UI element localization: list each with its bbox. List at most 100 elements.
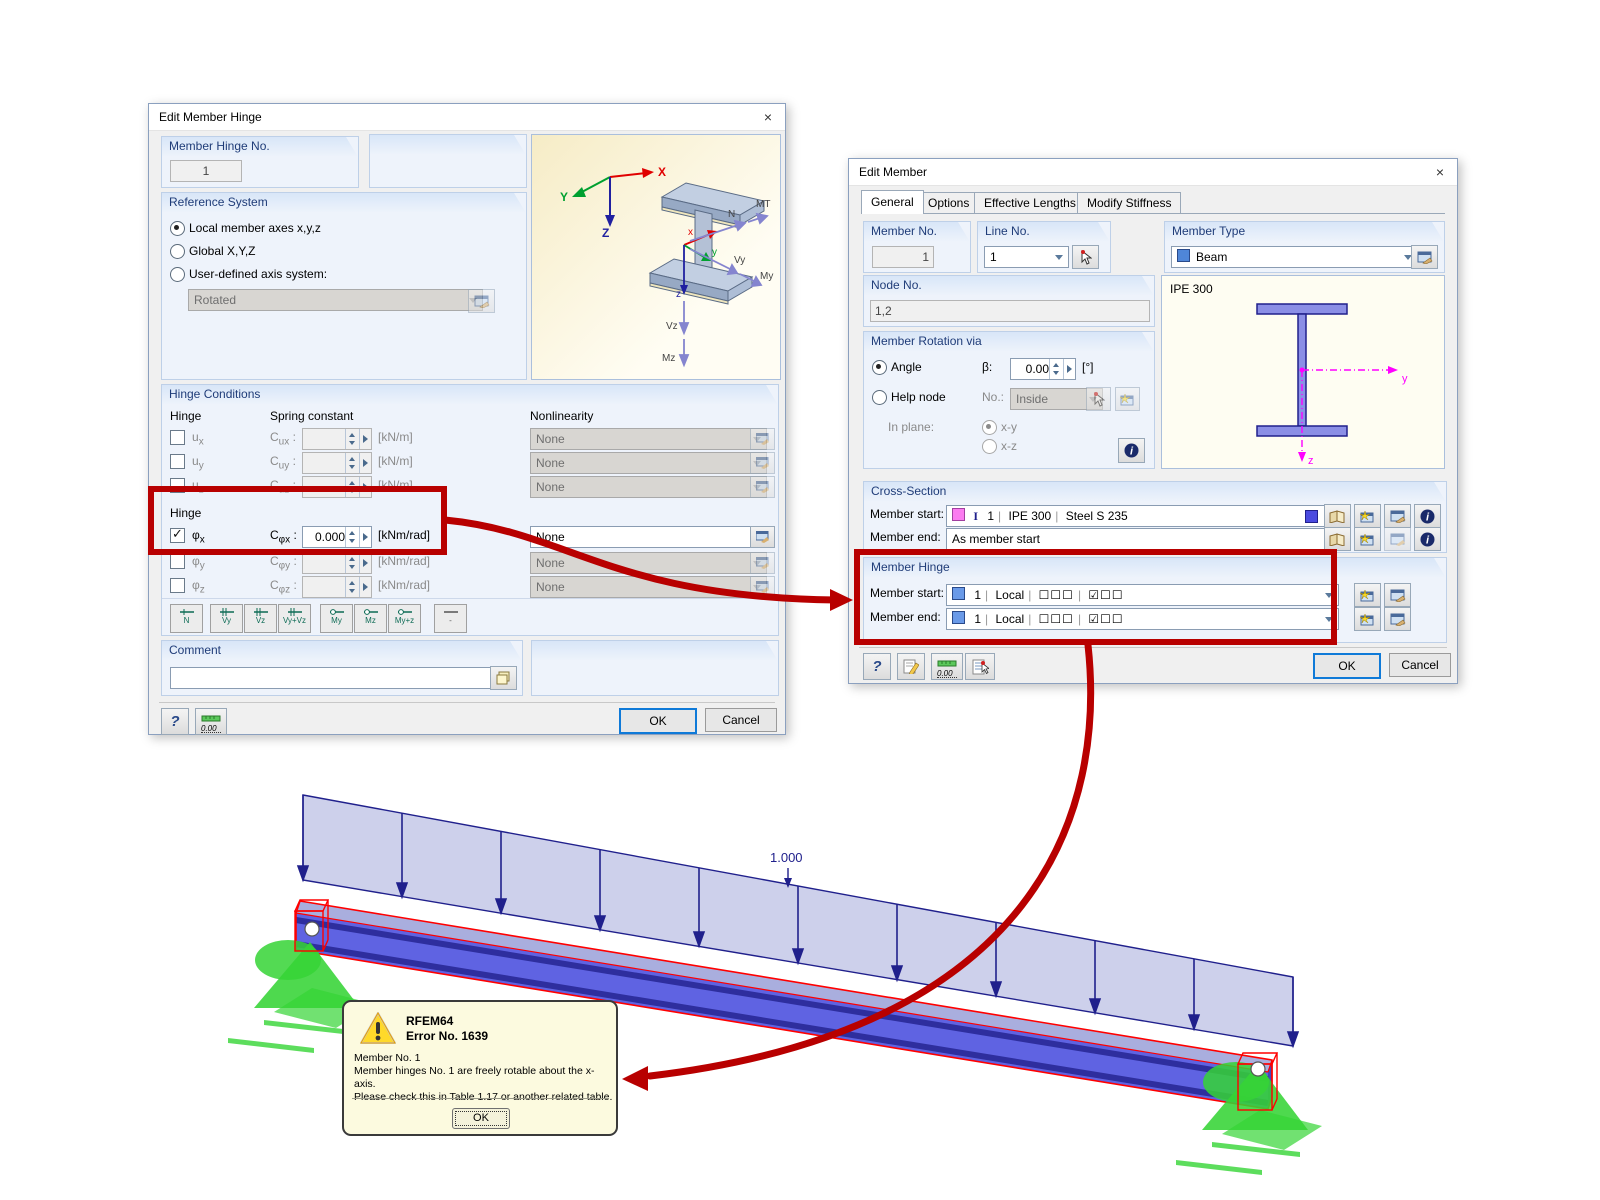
member-pick-list-button[interactable]	[965, 653, 995, 680]
hinge-checkbox-ux	[170, 430, 185, 445]
axis-label-Z: Z	[602, 226, 609, 240]
tab-general[interactable]: General	[861, 190, 924, 214]
ok-button[interactable]: OK	[619, 708, 697, 734]
radio-user-axes-label: User-defined axis system:	[189, 267, 327, 281]
pick-list-icon	[972, 659, 989, 675]
line-no-label: Line No.	[978, 222, 1110, 242]
radio-plane-xy-label: x-y	[1001, 420, 1017, 434]
cs-start-edit-button[interactable]	[1384, 504, 1411, 528]
comment-copy-button[interactable]	[490, 666, 517, 690]
member-comment-button[interactable]	[897, 653, 925, 680]
error-ok-button[interactable]: OK	[452, 1108, 510, 1129]
material-color-icon	[1305, 510, 1318, 523]
hinge-sym-ux: ux	[192, 430, 204, 447]
radio-angle[interactable]	[872, 360, 887, 375]
units-icon: 0.00	[937, 656, 957, 678]
cs-start-library-button[interactable]	[1324, 504, 1351, 528]
cs-end-library-button[interactable]	[1324, 527, 1351, 551]
member-type-edit-button[interactable]	[1411, 245, 1438, 269]
tab-effective-lengths[interactable]: Effective Lengths	[974, 192, 1086, 213]
unit-phix: [kNm/rad]	[378, 528, 430, 542]
spring-label-phiz: Cφz :	[270, 578, 297, 595]
radio-global-axes[interactable]	[170, 244, 185, 259]
hinge-checkbox-phix[interactable]	[170, 528, 185, 543]
member-help-button[interactable]: ?	[863, 653, 891, 680]
mh-member-start-label: Member start:	[870, 586, 944, 600]
close-icon[interactable]: ×	[757, 107, 779, 127]
rotation-info-button[interactable]: i	[1118, 438, 1145, 463]
cs-member-start-combo[interactable]: I 1| IPE 300| Steel S 235	[946, 505, 1339, 527]
member-rotation-group: Member Rotation via Angle β: 0.00 [°] He…	[863, 331, 1155, 469]
beta-spinner[interactable]: 0.00	[1010, 358, 1076, 380]
tab-options[interactable]: Options	[918, 192, 979, 213]
mh-member-end-combo[interactable]: 1| Local| ☐☐☐| ☑☐☐	[946, 608, 1339, 630]
radio-help-node[interactable]	[872, 390, 887, 405]
preset-hinge-Mz[interactable]: Mz	[354, 604, 387, 633]
preset-hinge-My[interactable]: My	[320, 604, 353, 633]
mh-start-edit-button[interactable]	[1384, 583, 1411, 607]
preview-title: IPE 300	[1170, 282, 1213, 296]
radio-user-axes[interactable]	[170, 267, 185, 282]
units-button[interactable]: 0.00	[195, 708, 227, 735]
cs-start-info-button[interactable]: i	[1414, 504, 1441, 528]
cs-end-new-button[interactable]	[1354, 527, 1381, 551]
member-type-combo[interactable]: Beam	[1171, 246, 1418, 268]
preset-hinge-N[interactable]: N	[170, 604, 203, 633]
comment-group: Comment	[161, 640, 523, 696]
help-button[interactable]: ?	[161, 708, 189, 735]
close-icon[interactable]: ×	[1429, 162, 1451, 182]
tab-modify-stiffness[interactable]: Modify Stiffness	[1077, 192, 1181, 213]
cs-member-end-combo[interactable]: As member start	[946, 528, 1339, 550]
cross-section-preview: IPE 300 y z	[1161, 275, 1445, 469]
comment-combo[interactable]	[170, 667, 507, 689]
member-cancel-button[interactable]: Cancel	[1389, 653, 1451, 677]
mh-member-end-label: Member end:	[870, 610, 941, 624]
line-no-combo[interactable]: 1	[984, 246, 1069, 268]
hinge-dialog-titlebar[interactable]: Edit Member Hinge ×	[149, 104, 785, 131]
edit-settings-icon	[756, 433, 770, 445]
member-units-button[interactable]: 0.00	[931, 653, 963, 680]
node-no-field: 1,2	[870, 300, 1150, 322]
hinge-pattern-translations: ☐☐☐	[1039, 612, 1074, 626]
preset-hinge-Vz[interactable]: Vz	[244, 604, 277, 633]
member-hinge-label: Member Hinge	[864, 558, 1446, 578]
beta-unit: [°]	[1082, 360, 1093, 374]
spring-field-phix[interactable]: 0.000	[302, 526, 372, 548]
section-axis-y: y	[1402, 373, 1408, 385]
mh-end-new-button[interactable]	[1354, 607, 1381, 631]
nonlinearity-edit-phix[interactable]	[750, 526, 775, 548]
reference-system-group: Reference System Local member axes x,y,z…	[161, 192, 527, 380]
preset-hinge-Vy[interactable]: Vy	[210, 604, 243, 633]
member-hinge-no-group: Member Hinge No. 1	[161, 136, 359, 188]
preset-hinge-none[interactable]: -	[434, 604, 467, 633]
unit-ux: [kN/m]	[378, 430, 413, 444]
nonlinearity-combo-uy: None	[530, 452, 767, 474]
radio-plane-xz-label: x-z	[1001, 439, 1017, 453]
empty-panel-top	[369, 134, 527, 188]
preset-hinge-VyVz[interactable]: Vy+Vz	[278, 604, 311, 633]
hinge-axes-illustration: X Y Z x y z	[531, 134, 781, 380]
reference-system-label: Reference System	[162, 193, 526, 213]
cancel-button[interactable]: Cancel	[705, 708, 777, 732]
hinge-sym-phiz: φz	[192, 578, 205, 595]
mh-end-edit-button[interactable]	[1384, 607, 1411, 631]
radio-local-axes[interactable]	[170, 221, 185, 236]
force-label-Mz: Mz	[662, 353, 675, 364]
member-rotation-label: Member Rotation via	[864, 332, 1154, 352]
cs-start-new-button[interactable]	[1354, 504, 1381, 528]
mh-start-new-button[interactable]	[1354, 583, 1381, 607]
section-color-icon	[952, 508, 965, 521]
nonlinearity-combo-phix[interactable]: None	[530, 526, 767, 548]
hinge-pattern-rotations: ☑☐☐	[1088, 588, 1123, 602]
error-app-name: RFEM64	[406, 1014, 488, 1029]
member-dialog-titlebar[interactable]: Edit Member ×	[849, 159, 1457, 186]
unit-phiz: [kNm/rad]	[378, 578, 430, 592]
line-pick-button[interactable]	[1072, 245, 1099, 269]
preset-hinge-Myz[interactable]: My+z	[388, 604, 421, 633]
radio-help-node-label: Help node	[891, 390, 946, 404]
help-icon: ?	[170, 713, 179, 730]
mh-member-start-combo[interactable]: 1| Local| ☐☐☐| ☑☐☐	[946, 584, 1339, 606]
member-ok-button[interactable]: OK	[1313, 653, 1381, 679]
cs-end-info-button[interactable]: i	[1414, 527, 1441, 551]
section-shape-glyph: I	[973, 509, 978, 523]
